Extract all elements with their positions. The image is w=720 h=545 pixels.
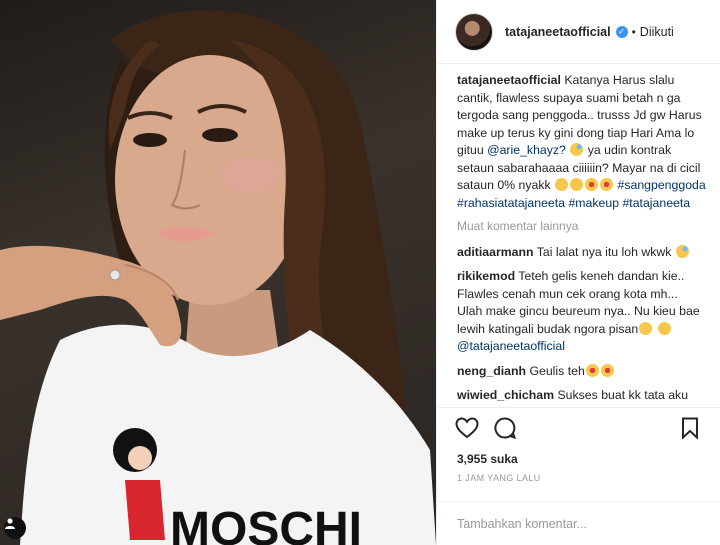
smile-emoji-icon xyxy=(639,321,653,335)
grin-emoji-icon xyxy=(555,178,569,191)
avatar[interactable] xyxy=(455,12,493,51)
comment-mention-link[interactable]: @tatajaneetaofficial xyxy=(457,339,565,353)
grin-emoji-icon xyxy=(570,178,584,191)
post-timestamp: 1 JAM YANG LALU xyxy=(457,473,541,483)
like-count[interactable]: 3,955 suka xyxy=(437,447,720,473)
bookmark-icon[interactable] xyxy=(676,414,704,442)
post-sidebar: tatajaneetaofficial ✓ • Diikuti tatajane… xyxy=(436,0,720,545)
follow-status-button[interactable]: Diikuti xyxy=(640,25,674,39)
caption-mention-link[interactable]: @arie_khayz? xyxy=(487,143,566,157)
svg-text:MOSCHI: MOSCHI xyxy=(170,503,362,545)
sweat-smile-emoji-icon xyxy=(570,143,584,156)
action-bar xyxy=(437,407,720,447)
caption: tatajaneetaofficial Katanya Harus slalu … xyxy=(457,72,706,212)
comment-text: Tai lalat nya itu loh wkwk xyxy=(536,244,672,259)
caption-username[interactable]: tatajaneetaofficial xyxy=(457,73,561,87)
comment-item: wiwied_chicham Sukses buat kk tata aku xyxy=(457,387,706,405)
heart-outline-icon[interactable] xyxy=(453,414,481,442)
comment-item: rikikemod Teteh gelis keneh dandan kie..… xyxy=(457,268,706,356)
add-comment-input[interactable]: Tambahkan komentar... xyxy=(437,501,720,545)
comment-username[interactable]: rikikemod xyxy=(457,269,515,283)
speech-bubble-icon[interactable] xyxy=(491,414,519,442)
post-photo[interactable]: MOSCHI xyxy=(0,0,436,545)
heart-eyes-emoji-icon xyxy=(600,178,614,191)
comment-text: Sukses buat kk tata aku xyxy=(557,388,689,402)
load-more-comments-link[interactable]: Muat komentar lainnya xyxy=(457,218,706,236)
heart-eyes-emoji-icon xyxy=(585,363,599,377)
comment-item: aditiaarmann Tai lalat nya itu loh wkwk xyxy=(457,244,706,262)
person-tag-icon[interactable] xyxy=(4,517,26,539)
comments-list: tatajaneetaofficial Katanya Harus slalu … xyxy=(437,64,720,407)
comment-item: neng_dianh Geulis teh xyxy=(457,363,706,381)
portrait-illustration: MOSCHI xyxy=(0,10,436,545)
comment-username[interactable]: neng_dianh xyxy=(457,364,526,378)
header-username[interactable]: tatajaneetaofficial xyxy=(505,25,611,39)
heart-eyes-emoji-icon xyxy=(600,363,614,377)
comment-text: Geulis teh xyxy=(529,363,585,378)
grimace-emoji-icon xyxy=(675,244,689,258)
post-header: tatajaneetaofficial ✓ • Diikuti xyxy=(437,0,720,64)
comment-username[interactable]: aditiaarmann xyxy=(457,245,534,259)
verified-badge-icon: ✓ xyxy=(615,25,628,38)
separator-dot: • xyxy=(631,24,636,39)
instagram-post: MOSCHI tatajaneetaofficial ✓ • Diikuti t… xyxy=(0,0,720,545)
smile-emoji-icon xyxy=(657,321,671,335)
heart-eyes-emoji-icon xyxy=(585,178,599,191)
comment-username[interactable]: wiwied_chicham xyxy=(457,388,554,402)
